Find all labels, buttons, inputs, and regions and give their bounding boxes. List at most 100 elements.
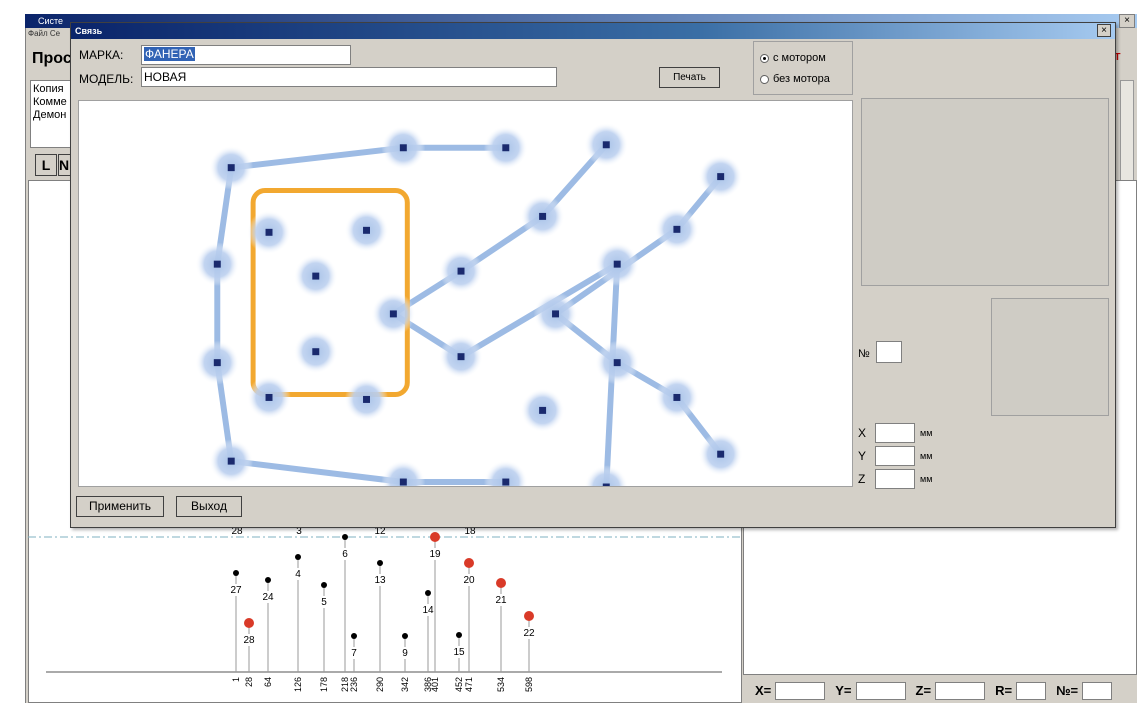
background-title: Систе [38,16,64,26]
graph-node[interactable] [655,207,699,252]
graph-node[interactable] [655,375,699,420]
model-field[interactable]: НОВАЯ [141,67,557,87]
background-close-button[interactable]: × [1119,14,1135,28]
detail-panel [991,298,1109,416]
unit-label: мм [920,428,933,438]
stem-label: 15 [453,647,465,658]
node-marker [265,228,273,236]
z-label: Z= [915,683,932,698]
marka-value: ФАНЕРА [144,47,195,61]
radio-with-motor[interactable]: с мотором [760,52,826,64]
graph-node[interactable] [595,242,640,287]
connection-dialog: Связь × МАРКА: ФАНЕРА МОДЕЛЬ: НОВАЯ Печа… [70,22,1116,528]
graph-node[interactable] [344,377,389,422]
stem-item: 21 534 [494,578,508,692]
graph-node[interactable] [584,465,629,486]
graph-node[interactable] [371,292,416,336]
axis-tick-label: 401 [430,677,440,692]
graph-svg[interactable] [79,101,852,486]
z-field[interactable] [935,681,986,700]
axis-tick-label: 64 [263,677,273,687]
graph-node[interactable] [381,125,426,170]
stem-item: 14386 [421,590,435,692]
graph-node[interactable] [595,340,640,385]
axis-tick-label: 178 [319,677,329,692]
stems: 2712828246441265178621872361329093421438… [229,532,536,692]
graph-node[interactable] [483,460,528,486]
n-field[interactable] [1082,681,1113,700]
r-field[interactable] [1016,681,1047,700]
number-field[interactable] [876,341,902,363]
graph-node[interactable] [344,208,389,253]
stem-label: 14 [422,605,434,616]
radio-button[interactable] [760,74,769,84]
nodes [195,122,743,486]
graph-node[interactable] [293,329,338,374]
y-label: Y= [835,683,852,698]
x-field[interactable] [775,681,826,700]
background-menu[interactable]: Файл Се [28,29,60,38]
z-input[interactable] [875,469,915,489]
stem-label: 21 [495,595,507,606]
graph-node[interactable] [483,125,528,170]
graph-node[interactable] [533,292,578,336]
graph-node[interactable] [293,254,338,298]
graph-node[interactable] [439,334,483,379]
graph-node[interactable] [439,249,483,294]
background-notes[interactable]: Копия Комме Демон [30,80,75,148]
preview-panel [861,98,1109,286]
l-button[interactable]: L [35,154,57,176]
radio-without-motor[interactable]: без мотора [760,73,830,85]
axis-tick-label: 471 [464,677,474,692]
connector-lines [214,141,724,486]
stem-label: 7 [351,648,357,659]
graph-node[interactable] [584,122,629,167]
stem-item: 24 64 [261,577,275,687]
y-input[interactable] [875,446,915,466]
axis-tick-label: 452 [454,677,464,692]
node-marker [265,393,273,401]
graph-node[interactable] [520,194,565,239]
close-button[interactable]: × [1097,24,1111,37]
exit-button[interactable]: Выход [176,496,242,517]
graph-node[interactable] [195,340,240,385]
graph-node[interactable] [520,388,565,433]
x-input[interactable] [875,423,915,443]
node-marker [363,395,370,403]
graph-node[interactable] [195,242,240,287]
node-marker [717,173,725,181]
stem-marker [464,558,474,568]
graph-node[interactable] [698,154,743,199]
stem-marker [402,633,408,639]
y-field[interactable] [855,681,906,700]
radio-label: без мотора [773,73,830,85]
node-marker [539,212,547,220]
stem-label: 5 [321,597,327,608]
node-glow [584,465,629,486]
unit-label: мм [920,451,933,461]
node-marker [389,310,397,318]
graph-node[interactable] [247,210,291,255]
print-button[interactable]: Печать [659,67,720,88]
number-label: № [858,348,870,360]
apply-button[interactable]: Применить [76,496,164,517]
radio-button[interactable] [760,53,769,63]
x-coordinate-row: X мм [858,423,932,443]
stem-label: 27 [230,585,242,596]
graph-node[interactable] [209,145,254,190]
node-marker [673,225,681,233]
marka-field[interactable]: ФАНЕРА [141,45,351,65]
graph-node[interactable] [209,439,254,484]
graph-canvas[interactable] [78,100,853,487]
graph-node[interactable] [247,375,291,420]
z-coordinate-row: Z мм [858,469,932,489]
stem-label: 9 [402,648,408,659]
dialog-titlebar[interactable] [71,23,1115,39]
graph-node[interactable] [698,432,743,477]
stem-marker [295,554,301,560]
graph-node[interactable] [381,460,426,486]
unit-label: мм [920,474,933,484]
stem-item: 6218 [338,534,352,692]
axis-label: X [858,426,867,440]
node-marker [539,406,547,414]
